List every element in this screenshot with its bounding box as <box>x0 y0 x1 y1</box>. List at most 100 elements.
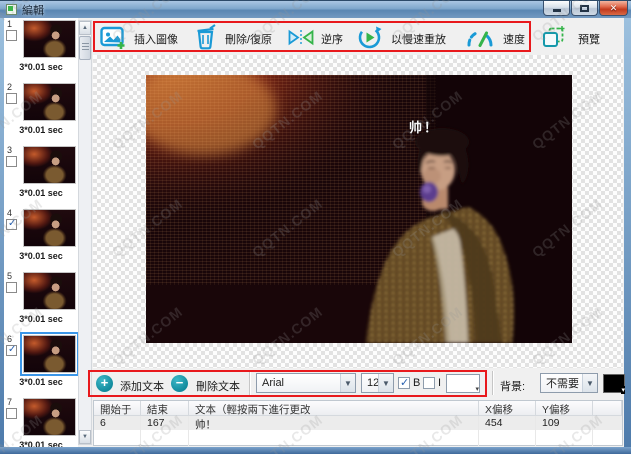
frame-thumbnail[interactable] <box>23 146 76 184</box>
chevron-down-icon: ▼ <box>582 374 597 392</box>
delete-restore-icon[interactable] <box>194 24 218 51</box>
frame-number: 1 <box>7 19 12 29</box>
scroll-up-icon[interactable]: ▲ <box>79 21 91 35</box>
maximize-icon <box>580 5 589 12</box>
table-empty-row <box>94 430 622 438</box>
frame-checkbox[interactable] <box>6 93 17 104</box>
table-header-row: 開始于 結束 文本（輕按兩下進行更改 X偏移 Y偏移 <box>94 401 622 416</box>
frame-duration: 3*0.01 sec <box>4 188 78 198</box>
add-text-button[interactable]: 添加文本 <box>120 378 164 394</box>
italic-label: I <box>438 377 441 389</box>
column-header[interactable]: 結束 <box>141 401 189 415</box>
text-color-picker[interactable] <box>446 374 480 393</box>
frame-number: 2 <box>7 82 12 92</box>
reverse-order-button[interactable]: 逆序 <box>321 31 343 47</box>
frame-thumbnail[interactable] <box>23 272 76 310</box>
frames-scrollbar[interactable]: ▲ ▼ <box>78 20 92 445</box>
font-family-value: Arial <box>257 377 340 389</box>
delete-restore-button[interactable]: 刪除/復原 <box>225 31 272 47</box>
preview-icon[interactable] <box>541 25 566 50</box>
frame-number: 3 <box>7 145 12 155</box>
frame-checkbox[interactable] <box>6 156 17 167</box>
chevron-down-icon: ▼ <box>340 374 355 392</box>
delete-text-button[interactable]: 刪除文本 <box>196 378 240 394</box>
cell-end: 167 <box>141 416 189 430</box>
window-border-right <box>624 18 631 447</box>
speed-gauge-icon[interactable] <box>465 27 495 48</box>
toolbar-separator <box>249 371 251 395</box>
maximize-button[interactable] <box>571 1 598 16</box>
slow-replay-button[interactable]: 以慢速重放 <box>391 31 446 47</box>
frame-checkbox[interactable] <box>6 282 17 293</box>
preview-canvas[interactable]: 帅！ <box>93 55 623 368</box>
bold-checkbox[interactable] <box>398 377 410 389</box>
frame-item[interactable]: 7 3*0.01 sec <box>4 396 78 447</box>
frame-thumbnail[interactable] <box>23 398 76 436</box>
frame-duration: 3*0.01 sec <box>4 440 78 447</box>
frame-item[interactable]: 5 3*0.01 sec <box>4 270 78 333</box>
chevron-down-icon: ▼ <box>378 374 393 392</box>
close-icon: ✕ <box>610 3 618 14</box>
background-value: 不需要 <box>541 375 582 391</box>
cell-text[interactable]: 帅！ <box>189 416 479 430</box>
table-row[interactable]: 6 167 帅！ 454 109 <box>94 416 622 430</box>
preview-button[interactable]: 預覽 <box>578 31 600 47</box>
frames-panel: 1 3*0.01 sec 2 3*0.01 sec 3 3*0.01 sec 4… <box>4 18 78 447</box>
frame-item[interactable]: 1 3*0.01 sec <box>4 18 78 81</box>
font-size-value: 12 <box>362 377 378 389</box>
column-header[interactable]: X偏移 <box>479 401 536 415</box>
column-header[interactable]: 開始于 <box>94 401 141 415</box>
frame-checkbox[interactable] <box>6 30 17 41</box>
minimize-button[interactable] <box>543 1 570 16</box>
frame-duration: 3*0.01 sec <box>4 251 78 261</box>
column-header[interactable]: 文本（輕按兩下進行更改 <box>189 401 479 415</box>
frame-thumbnail[interactable] <box>23 20 76 58</box>
scroll-down-icon[interactable]: ▼ <box>79 430 91 444</box>
window-border-bottom <box>0 447 631 454</box>
frame-checkbox[interactable] <box>6 345 17 356</box>
background-select[interactable]: 不需要 ▼ <box>540 373 598 393</box>
bold-label: B <box>413 377 420 389</box>
reverse-order-icon[interactable] <box>287 29 315 46</box>
frame-item[interactable]: 3 3*0.01 sec <box>4 144 78 207</box>
insert-image-button[interactable]: 插入圖像 <box>134 31 178 47</box>
delete-text-icon[interactable]: − <box>171 375 188 392</box>
frame-checkbox[interactable] <box>6 219 17 230</box>
insert-image-icon[interactable] <box>100 26 127 51</box>
title-bar[interactable]: 編輯 ✕ <box>0 0 631 18</box>
frame-duration: 3*0.01 sec <box>4 314 78 324</box>
cell-x-offset: 454 <box>479 416 536 430</box>
frame-thumbnail[interactable] <box>23 83 76 121</box>
frame-number: 7 <box>7 397 12 407</box>
frame-duration: 3*0.01 sec <box>4 62 78 72</box>
font-size-select[interactable]: 12 ▼ <box>361 373 394 393</box>
frame-item[interactable]: 6 3*0.01 sec <box>4 333 78 396</box>
cell-y-offset: 109 <box>536 416 593 430</box>
minimize-icon <box>553 9 561 12</box>
photo-caption-text[interactable]: 帅！ <box>409 117 439 136</box>
italic-checkbox[interactable] <box>423 377 435 389</box>
background-color-swatch[interactable] <box>603 374 625 393</box>
frame-checkbox[interactable] <box>6 408 17 419</box>
add-text-icon[interactable]: + <box>96 375 113 392</box>
text-entries-table[interactable]: 開始于 結束 文本（輕按兩下進行更改 X偏移 Y偏移 6 167 帅！ 454 … <box>93 400 623 446</box>
app-icon <box>6 4 17 15</box>
frame-thumbnail[interactable] <box>23 209 76 247</box>
toolbar-separator <box>492 371 494 395</box>
slow-replay-icon[interactable] <box>357 25 382 50</box>
frame-item[interactable]: 4 3*0.01 sec <box>4 207 78 270</box>
frame-duration: 3*0.01 sec <box>4 125 78 135</box>
table-empty-row <box>94 438 622 446</box>
frame-item[interactable]: 2 3*0.01 sec <box>4 81 78 144</box>
frame-number: 4 <box>7 208 12 218</box>
close-button[interactable]: ✕ <box>599 1 628 16</box>
edit-dialog: 編輯 ✕ 1 3*0.01 sec 2 3*0.01 sec 3 3*0.01 … <box>0 0 631 454</box>
speed-button[interactable]: 速度 <box>503 31 525 47</box>
frame-thumbnail[interactable] <box>23 335 76 373</box>
background-label: 背景: <box>500 378 525 394</box>
scrollbar-thumb[interactable] <box>79 36 91 60</box>
column-header[interactable]: Y偏移 <box>536 401 593 415</box>
window-title: 編輯 <box>22 2 44 18</box>
cell-start: 6 <box>94 416 141 430</box>
font-family-select[interactable]: Arial ▼ <box>256 373 356 393</box>
